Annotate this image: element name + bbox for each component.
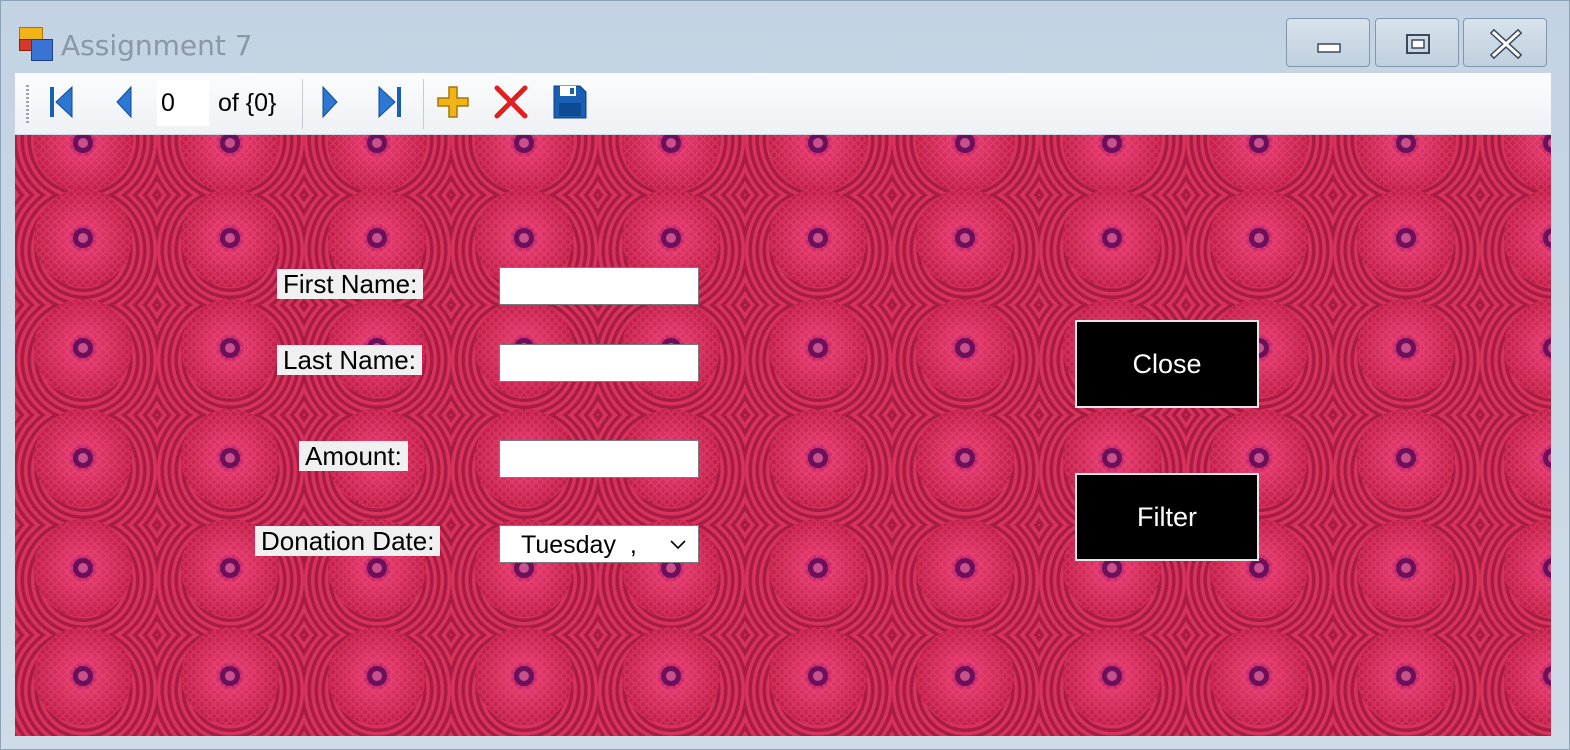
toolbar-grip[interactable] (26, 85, 29, 123)
dahlia-flower (1063, 189, 1161, 287)
dahlia-flower (1357, 519, 1455, 617)
dahlia-flower (769, 519, 867, 617)
toolbar-separator (423, 79, 424, 129)
close-button[interactable]: Close (1075, 320, 1259, 408)
dahlia-flower (916, 519, 1014, 617)
move-next-button[interactable] (311, 83, 351, 123)
delete-button[interactable] (492, 83, 532, 123)
dahlia-flower (328, 135, 426, 192)
dahlia-flower (181, 627, 279, 725)
window-title: Assignment 7 (61, 29, 253, 62)
dahlia-flower (475, 135, 573, 192)
dahlia-flower (1357, 299, 1455, 397)
dahlia-flower (34, 409, 132, 507)
donation-date-value: Tuesday , (521, 531, 637, 559)
dahlia-flower (769, 299, 867, 397)
dahlia-flower (1504, 627, 1551, 725)
first-record-icon (50, 85, 73, 119)
first-name-input[interactable] (499, 267, 699, 305)
dahlia-flower (1063, 627, 1161, 725)
donation-date-label: Donation Date: (255, 526, 441, 556)
dahlia-flower (34, 519, 132, 617)
dahlia-flower (1210, 189, 1308, 287)
dahlia-flower (1210, 135, 1308, 192)
dahlia-flower (475, 627, 573, 725)
first-name-label: First Name: (277, 269, 424, 299)
maximize-button[interactable] (1375, 18, 1459, 67)
amount-input[interactable] (499, 440, 699, 478)
dahlia-flower (769, 135, 867, 192)
dahlia-flower (916, 299, 1014, 397)
dahlia-flower (1504, 299, 1551, 397)
dahlia-flower (916, 135, 1014, 192)
dahlia-flower (916, 189, 1014, 287)
dahlia-flower (1504, 409, 1551, 507)
filter-button[interactable]: Filter (1075, 473, 1259, 561)
amount-label: Amount: (299, 441, 408, 471)
dahlia-flower (181, 189, 279, 287)
chevron-down-icon[interactable] (668, 534, 688, 554)
title-bar: Assignment 7 (1, 1, 1569, 73)
dahlia-flower (328, 627, 426, 725)
dahlia-flower (1504, 189, 1551, 287)
dahlia-flower (181, 135, 279, 192)
dahlia-flower (34, 627, 132, 725)
close-icon (1489, 28, 1523, 60)
last-record-icon (378, 85, 401, 119)
last-name-label: Last Name: (277, 345, 422, 375)
dahlia-flower (34, 135, 132, 192)
dahlia-background-pattern (34, 135, 1551, 725)
record-count-label: of {0} (218, 89, 277, 117)
add-new-button[interactable] (433, 83, 473, 123)
minimize-icon (1317, 43, 1341, 53)
dahlia-flower (1357, 135, 1455, 192)
position-input[interactable]: 0 (157, 80, 209, 126)
dahlia-flower (1357, 409, 1455, 507)
dahlia-flower (916, 409, 1014, 507)
last-name-input[interactable] (499, 344, 699, 382)
delete-icon (494, 85, 528, 119)
dahlia-flower (622, 627, 720, 725)
toolbar-separator (302, 79, 303, 129)
close-window-button[interactable] (1463, 18, 1547, 67)
donation-date-picker[interactable]: Tuesday , (499, 525, 699, 563)
dahlia-flower (181, 409, 279, 507)
move-previous-button[interactable] (105, 83, 145, 123)
maximize-icon (1406, 34, 1430, 54)
dahlia-flower (1063, 135, 1161, 192)
dahlia-flower (769, 627, 867, 725)
dahlia-flower (622, 135, 720, 192)
add-icon (437, 86, 469, 118)
main-window: Assignment 7 0 of {0} First Name: Last N… (0, 0, 1570, 750)
app-icon (19, 27, 53, 61)
move-last-button[interactable] (371, 83, 411, 123)
dahlia-flower (916, 627, 1014, 725)
save-button[interactable] (551, 83, 591, 123)
form-client-area: First Name: Last Name: Amount: Donation … (15, 135, 1551, 736)
dahlia-flower (1357, 189, 1455, 287)
binding-navigator-toolbar: 0 of {0} (15, 73, 1551, 135)
dahlia-flower (1504, 135, 1551, 192)
move-first-button[interactable] (42, 83, 82, 123)
dahlia-flower (769, 409, 867, 507)
dahlia-flower (769, 189, 867, 287)
previous-record-icon (116, 85, 132, 119)
dahlia-flower (181, 299, 279, 397)
dahlia-flower (1504, 519, 1551, 617)
save-icon (553, 85, 587, 119)
dahlia-flower (1357, 627, 1455, 725)
dahlia-flower (1210, 627, 1308, 725)
dahlia-flower (34, 299, 132, 397)
next-record-icon (322, 85, 338, 119)
minimize-button[interactable] (1286, 18, 1370, 67)
dahlia-flower (34, 189, 132, 287)
